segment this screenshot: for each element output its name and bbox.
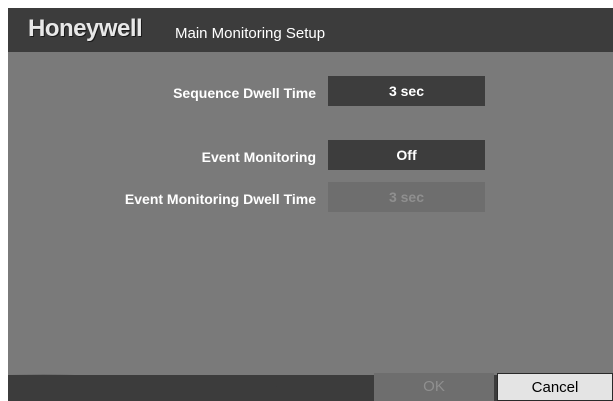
cancel-button[interactable]: Cancel: [497, 373, 613, 401]
main-monitoring-setup-dialog: Honeywell Main Monitoring Setup Sequence…: [8, 8, 613, 401]
event-monitoring-label: Event Monitoring: [201, 149, 316, 165]
event-monitoring-dwell-time-label: Event Monitoring Dwell Time: [124, 191, 316, 207]
event-monitoring-field[interactable]: Off: [328, 140, 485, 170]
footer-curve-decoration: [8, 374, 378, 401]
dialog-header: Honeywell Main Monitoring Setup: [8, 8, 613, 52]
honeywell-logo: Honeywell: [28, 15, 143, 42]
ok-button[interactable]: OK: [374, 373, 494, 401]
event-monitoring-dwell-time-field: 3 sec: [328, 182, 485, 212]
sequence-dwell-time-label: Sequence Dwell Time: [173, 85, 316, 101]
sequence-dwell-time-field[interactable]: 3 sec: [328, 76, 485, 106]
dialog-title: Main Monitoring Setup: [175, 25, 326, 42]
